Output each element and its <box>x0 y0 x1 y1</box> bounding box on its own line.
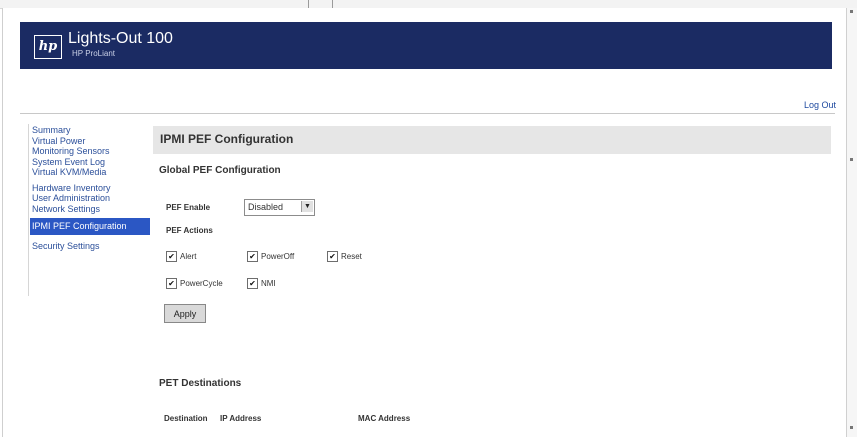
alert-label: Alert <box>180 252 197 261</box>
logout-link[interactable]: Log Out <box>804 100 836 110</box>
pet-destinations-title: PET Destinations <box>159 378 242 389</box>
reset-label: Reset <box>341 252 362 261</box>
checkbox-check-icon[interactable]: ✔ <box>327 251 338 262</box>
product-subtitle: HP ProLiant <box>72 49 115 58</box>
column-header-destination: Destination <box>164 414 208 423</box>
alert-checkbox[interactable]: ✔ Alert <box>166 251 196 262</box>
vertical-scrollbar[interactable] <box>846 8 857 437</box>
page-title: IPMI PEF Configuration <box>160 132 294 146</box>
sidebar-item-network-settings[interactable]: Network Settings <box>30 204 150 215</box>
product-name: Lights-Out 100 <box>68 30 173 47</box>
nmi-checkbox[interactable]: ✔ NMI <box>247 278 276 289</box>
column-header-mac-address: MAC Address <box>358 414 411 423</box>
pef-actions-label: PEF Actions <box>166 226 213 235</box>
checkbox-check-icon[interactable]: ✔ <box>166 251 177 262</box>
pef-enable-value: Disabled <box>248 202 284 212</box>
pef-enable-label: PEF Enable <box>166 203 211 212</box>
sidebar-item-virtual-kvm-media[interactable]: Virtual KVM/Media <box>30 167 150 178</box>
sidebar-item-system-event-log[interactable]: System Event Log <box>30 157 150 168</box>
sidebar-divider <box>28 124 29 296</box>
sidebar-item-ipmi-pef-configuration[interactable]: IPMI PEF Configuration <box>30 218 150 235</box>
poweroff-label: PowerOff <box>261 252 295 261</box>
sidebar-item-virtual-power[interactable]: Virtual Power <box>30 136 150 147</box>
powercycle-label: PowerCycle <box>180 279 223 288</box>
chevron-down-icon[interactable]: ▼ <box>301 201 313 212</box>
sidebar-item-monitoring-sensors[interactable]: Monitoring Sensors <box>30 146 150 157</box>
hp-logo-icon: hp <box>34 35 62 59</box>
column-divider <box>332 0 333 8</box>
nmi-label: NMI <box>261 279 276 288</box>
header-banner: hp Lights-Out 100 HP ProLiant <box>20 22 832 69</box>
sidebar-nav: Summary Virtual Power Monitoring Sensors… <box>30 125 150 251</box>
sidebar-item-user-administration[interactable]: User Administration <box>30 193 150 204</box>
powercycle-checkbox[interactable]: ✔ PowerCycle <box>166 278 223 289</box>
poweroff-checkbox[interactable]: ✔ PowerOff <box>247 251 294 262</box>
column-divider <box>308 0 309 8</box>
column-header-ip-address: IP Address <box>220 414 262 423</box>
reset-checkbox[interactable]: ✔ Reset <box>327 251 362 262</box>
content-header: IPMI PEF Configuration <box>153 126 831 154</box>
header-divider <box>20 113 835 114</box>
sidebar-item-hardware-inventory[interactable]: Hardware Inventory <box>30 183 150 194</box>
scroll-up-icon[interactable] <box>850 10 853 13</box>
apply-button[interactable]: Apply <box>164 304 206 323</box>
sidebar-item-summary[interactable]: Summary <box>30 125 150 136</box>
scroll-thumb-marker[interactable] <box>850 158 853 161</box>
checkbox-check-icon[interactable]: ✔ <box>247 251 258 262</box>
checkbox-check-icon[interactable]: ✔ <box>166 278 177 289</box>
checkbox-check-icon[interactable]: ✔ <box>247 278 258 289</box>
global-pef-section-title: Global PEF Configuration <box>159 165 281 176</box>
scroll-down-icon[interactable] <box>850 426 853 429</box>
pef-enable-select[interactable]: Disabled ▼ <box>244 199 315 216</box>
sidebar-item-security-settings[interactable]: Security Settings <box>30 241 150 252</box>
